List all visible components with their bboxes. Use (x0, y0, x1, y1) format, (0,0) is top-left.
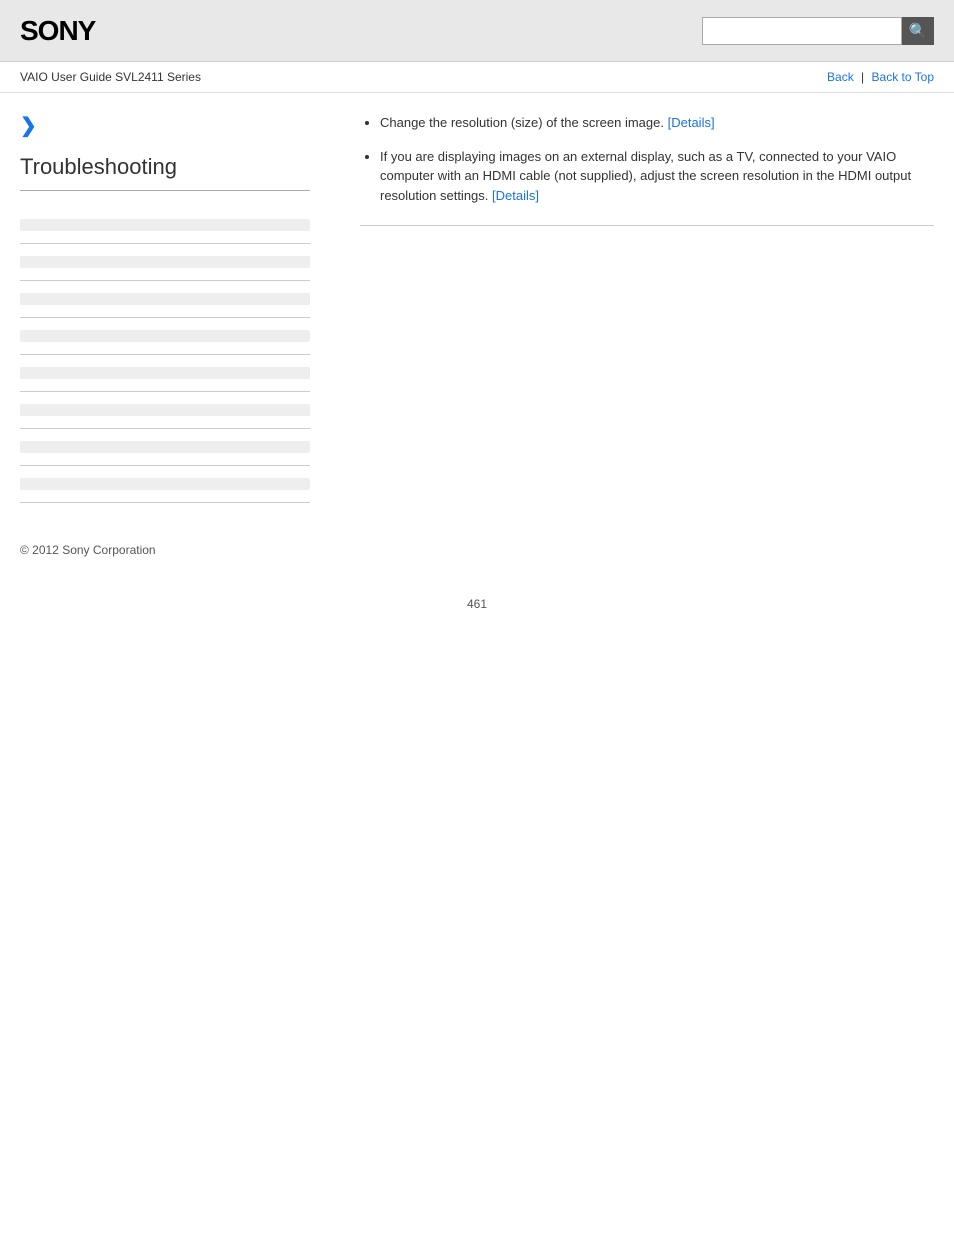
chevron-right-icon: ❯ (20, 113, 310, 138)
breadcrumb: VAIO User Guide SVL2411 Series (20, 70, 201, 84)
back-to-top-link[interactable]: Back to Top (872, 70, 934, 84)
list-item (20, 281, 310, 318)
nav-separator: | (861, 70, 864, 84)
footer: © 2012 Sony Corporation (0, 523, 954, 577)
search-container: 🔍 (702, 17, 934, 45)
list-item (20, 244, 310, 281)
sidebar-placeholder-7 (20, 441, 310, 453)
sidebar-title: Troubleshooting (20, 154, 310, 191)
list-item (20, 355, 310, 392)
list-item: If you are displaying images on an exter… (380, 147, 934, 206)
list-item: Change the resolution (size) of the scre… (380, 113, 934, 133)
sidebar-placeholder-5 (20, 367, 310, 379)
list-item (20, 429, 310, 466)
sidebar-placeholder-3 (20, 293, 310, 305)
content-list: Change the resolution (size) of the scre… (360, 113, 934, 205)
search-input[interactable] (702, 17, 902, 45)
page-header: SONY 🔍 (0, 0, 954, 62)
content-divider (360, 225, 934, 226)
sidebar-placeholder-2 (20, 256, 310, 268)
nav-bar: VAIO User Guide SVL2411 Series Back | Ba… (0, 62, 954, 93)
sidebar-placeholder-6 (20, 404, 310, 416)
page-number: 461 (0, 577, 954, 631)
back-link[interactable]: Back (827, 70, 854, 84)
main-content: ❯ Troubleshooting (0, 93, 954, 523)
search-icon: 🔍 (909, 22, 928, 40)
nav-links: Back | Back to Top (827, 70, 934, 84)
content-area: Change the resolution (size) of the scre… (330, 113, 934, 503)
list-item (20, 392, 310, 429)
search-button[interactable]: 🔍 (902, 17, 934, 45)
sidebar-links (20, 207, 310, 503)
details-link-1[interactable]: [Details] (668, 115, 715, 130)
details-link-2[interactable]: [Details] (492, 188, 539, 203)
list-item (20, 466, 310, 503)
sidebar-placeholder-8 (20, 478, 310, 490)
list-item (20, 318, 310, 355)
sidebar-placeholder-4 (20, 330, 310, 342)
sidebar-placeholder-1 (20, 219, 310, 231)
sony-logo: SONY (20, 15, 95, 47)
sidebar: ❯ Troubleshooting (20, 113, 330, 503)
list-item (20, 207, 310, 244)
content-item-1-text: Change the resolution (size) of the scre… (380, 115, 668, 130)
copyright-text: © 2012 Sony Corporation (20, 543, 156, 557)
content-item-2-text: If you are displaying images on an exter… (380, 149, 911, 203)
